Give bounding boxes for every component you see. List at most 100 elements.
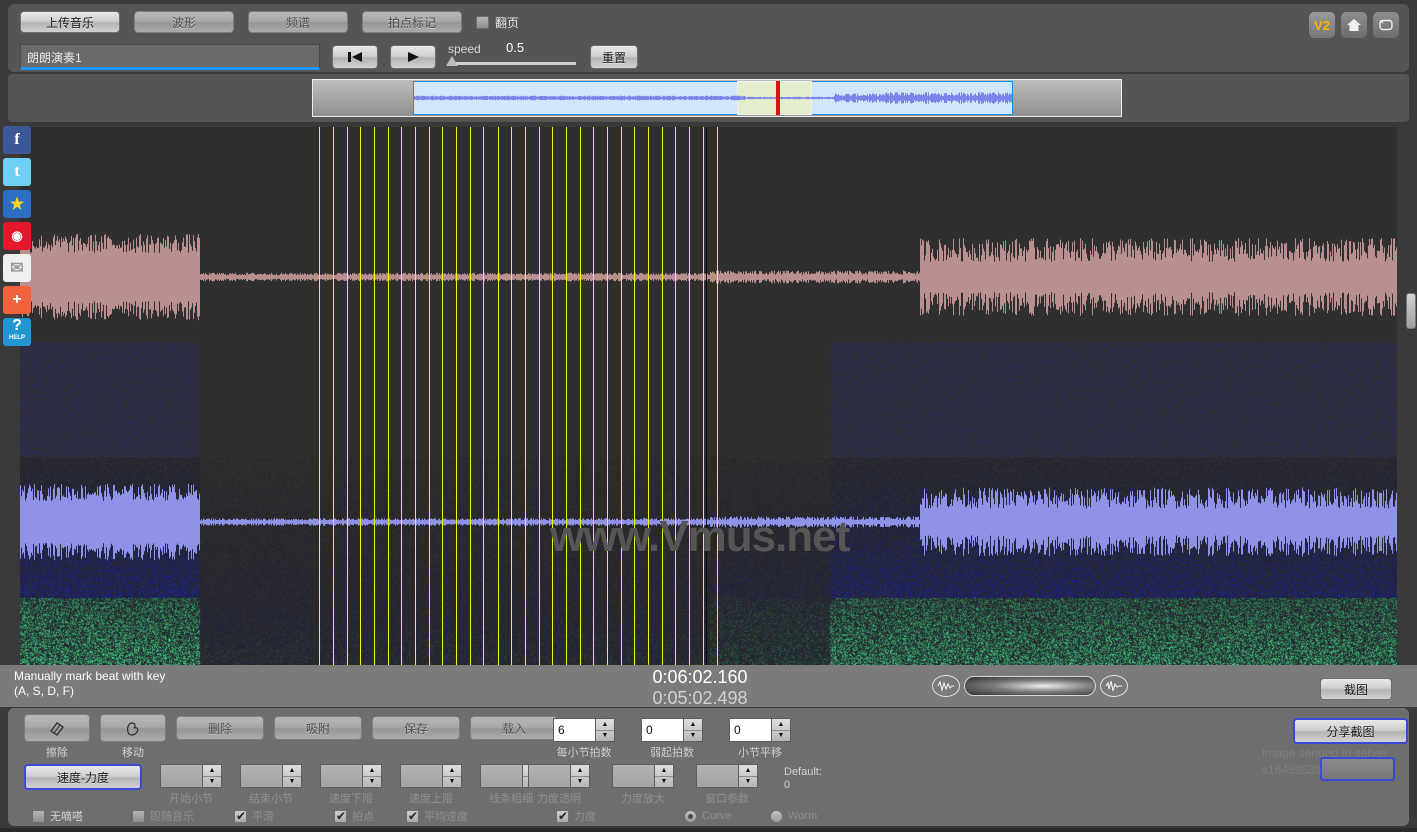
end-measure-value[interactable] <box>240 764 282 788</box>
speed-track[interactable] <box>448 62 576 65</box>
volume-slider-track[interactable] <box>964 676 1096 696</box>
play-icon[interactable] <box>390 45 436 69</box>
smooth-checkbox[interactable]: 平滑 <box>234 808 324 824</box>
no-tick-checkbox[interactable]: 无嘀嗒 <box>32 808 122 824</box>
beat-line[interactable] <box>689 127 690 665</box>
dynamics-zoom-value[interactable] <box>612 764 654 788</box>
worm-radio-dot[interactable] <box>770 809 783 823</box>
snap-button[interactable]: 吸附 <box>274 716 362 740</box>
beat-line[interactable] <box>360 127 361 665</box>
window-param-value[interactable] <box>696 764 738 788</box>
end-measure-spinner[interactable]: ▲ ▼ 结束小节 <box>240 764 302 806</box>
spinner-up-icon[interactable]: ▲ <box>739 765 757 777</box>
beat-line[interactable] <box>401 127 402 665</box>
qzone-icon[interactable]: ★ <box>3 190 31 218</box>
fullscreen-icon[interactable] <box>1373 12 1399 38</box>
dynamics-checkbox[interactable]: 力度 <box>556 808 674 824</box>
dynamics-zoom-spinner[interactable]: ▲ ▼ 力度放大 <box>612 764 674 806</box>
facebook-icon[interactable]: f <box>3 126 31 154</box>
overview-track[interactable] <box>312 79 1122 117</box>
skip-to-start-icon[interactable] <box>332 45 378 69</box>
beat-line[interactable] <box>333 127 334 665</box>
dynamics-opacity-spinner[interactable]: ▲ ▼ 力度透明 <box>528 764 590 806</box>
beat-line[interactable] <box>525 127 526 665</box>
canvas-resize-handle[interactable] <box>1406 293 1416 329</box>
beats-per-measure-spinner[interactable]: 6 ▲ ▼ 每小节拍数 <box>553 718 615 760</box>
waveform-button[interactable]: 波形 <box>134 11 234 33</box>
beat-line[interactable] <box>483 127 484 665</box>
audio-signal-icon[interactable] <box>1100 675 1128 697</box>
beat-line[interactable] <box>717 127 718 665</box>
dynamics-opacity-value[interactable] <box>528 764 570 788</box>
curve-radio-dot[interactable] <box>684 809 697 823</box>
beat-line[interactable] <box>621 127 622 665</box>
window-param-arrows[interactable]: ▲ ▼ <box>738 764 758 788</box>
beat-line[interactable] <box>319 127 320 665</box>
end-measure-arrows[interactable]: ▲ ▼ <box>282 764 302 788</box>
spinner-down-icon[interactable]: ▼ <box>203 777 221 788</box>
pickup-beats-value[interactable]: 0 <box>641 718 683 742</box>
volume-control[interactable] <box>932 675 1128 697</box>
version-badge[interactable]: V2 <box>1309 12 1335 38</box>
more-share-icon[interactable]: + <box>3 286 31 314</box>
spinner-down-icon[interactable]: ▼ <box>443 777 461 788</box>
beat-line[interactable] <box>442 127 443 665</box>
beat-line[interactable] <box>675 127 676 665</box>
home-icon[interactable] <box>1341 12 1367 38</box>
spinner-down-icon[interactable]: ▼ <box>596 731 614 742</box>
worm-radio[interactable]: Worm <box>770 809 817 823</box>
beat-line[interactable] <box>607 127 608 665</box>
beat-line[interactable] <box>374 127 375 665</box>
save-button[interactable]: 保存 <box>372 716 460 740</box>
window-param-spinner[interactable]: ▲ ▼ 窗口参数 <box>696 764 758 806</box>
beat-line[interactable] <box>566 127 567 665</box>
spinner-down-icon[interactable]: ▼ <box>655 777 673 788</box>
beat-point-checkbox[interactable]: 拍点 <box>334 808 396 824</box>
spinner-up-icon[interactable]: ▲ <box>443 765 461 777</box>
spinner-up-icon[interactable]: ▲ <box>571 765 589 777</box>
beat-line[interactable] <box>634 127 635 665</box>
speed-min-value[interactable] <box>320 764 362 788</box>
smooth-box[interactable] <box>234 809 247 823</box>
spinner-up-icon[interactable]: ▲ <box>684 719 702 731</box>
spinner-down-icon[interactable]: ▼ <box>283 777 301 788</box>
beat-point-box[interactable] <box>334 809 347 823</box>
flip-page-checkbox[interactable] <box>476 15 489 29</box>
average-speed-checkbox[interactable]: 平均速度 <box>406 808 546 824</box>
measure-offset-value[interactable]: 0 <box>729 718 771 742</box>
beat-line[interactable] <box>415 127 416 665</box>
beat-line[interactable] <box>429 127 430 665</box>
reset-button[interactable]: 重置 <box>590 45 638 69</box>
spinner-up-icon[interactable]: ▲ <box>203 765 221 777</box>
overview-playhead[interactable] <box>776 81 780 115</box>
load-button[interactable]: 载入 <box>470 716 558 740</box>
song-name-field[interactable]: 朗朗演奏1 <box>20 44 320 70</box>
speed-max-spinner[interactable]: ▲ ▼ 速度上限 <box>400 764 462 806</box>
spinner-up-icon[interactable]: ▲ <box>283 765 301 777</box>
delete-button[interactable]: 删除 <box>176 716 264 740</box>
beat-line[interactable] <box>580 127 581 665</box>
beats-per-measure-value[interactable]: 6 <box>553 718 595 742</box>
speed-thumb[interactable] <box>446 56 458 66</box>
follow-music-checkbox[interactable]: 跟随音乐 <box>132 808 224 824</box>
dynamics-box[interactable] <box>556 809 569 823</box>
start-measure-arrows[interactable]: ▲ ▼ <box>202 764 222 788</box>
measure-offset-arrows[interactable]: ▲ ▼ <box>771 718 791 742</box>
beat-line[interactable] <box>593 127 594 665</box>
upload-music-button[interactable]: 上传音乐 <box>20 11 120 33</box>
beat-line[interactable] <box>662 127 663 665</box>
help-icon[interactable]: ? HELP <box>3 318 31 346</box>
start-measure-value[interactable] <box>160 764 202 788</box>
spinner-down-icon[interactable]: ▼ <box>363 777 381 788</box>
beat-line[interactable] <box>703 127 704 665</box>
volume-waveform-icon[interactable] <box>932 675 960 697</box>
erase-tool[interactable]: 擦除 <box>24 714 90 760</box>
follow-music-box[interactable] <box>132 809 145 823</box>
speed-min-arrows[interactable]: ▲ ▼ <box>362 764 382 788</box>
screenshot-button[interactable]: 截图 <box>1320 678 1392 700</box>
speed-max-value[interactable] <box>400 764 442 788</box>
pending-thumbnail-box[interactable] <box>1320 757 1395 781</box>
email-icon[interactable]: ✉ <box>3 254 31 282</box>
spinner-up-icon[interactable]: ▲ <box>596 719 614 731</box>
spinner-down-icon[interactable]: ▼ <box>739 777 757 788</box>
